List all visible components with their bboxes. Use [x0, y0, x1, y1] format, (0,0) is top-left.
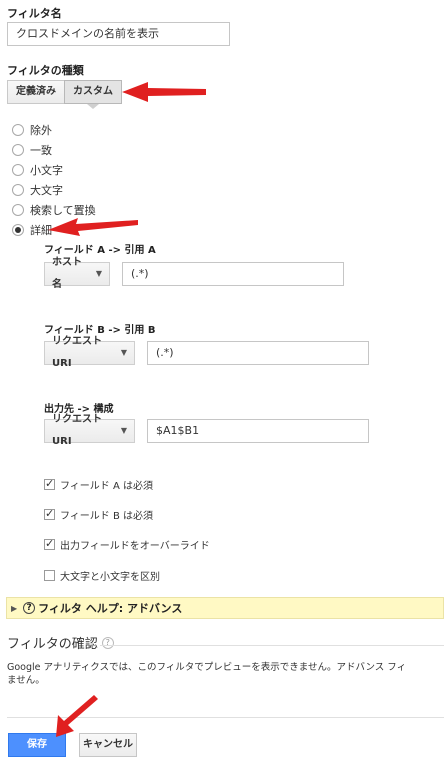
caret-down-icon: ▼	[120, 426, 127, 435]
checkbox-checked-icon[interactable]	[44, 507, 55, 520]
red-arrow-icon	[48, 218, 138, 236]
help-question-icon: ?	[23, 602, 36, 614]
radio-label: 除外	[30, 124, 52, 137]
radio-advanced[interactable]: 詳細	[12, 222, 52, 238]
expand-triangle-icon[interactable]: ▶	[11, 604, 17, 613]
red-arrow-icon	[56, 695, 98, 737]
check-label: フィールド A は必須	[60, 480, 153, 492]
radio-include[interactable]: 一致	[12, 142, 52, 158]
checkbox-checked-icon[interactable]	[44, 537, 55, 550]
help-label: フィルタ ヘルプ: アドバンス	[38, 602, 183, 615]
radio-exclude[interactable]: 除外	[12, 122, 52, 138]
output-select[interactable]: リクエスト URI ▼	[44, 414, 135, 447]
filter-name-label: フィルタ名	[7, 7, 62, 20]
field-a-select[interactable]: ホスト名 ▼	[44, 257, 110, 290]
divider	[100, 645, 444, 646]
field-a-input[interactable]: (.*)	[122, 262, 344, 286]
verify-message-line1: Google アナリティクスでは、このフィルタでプレビューを表示できません。アド…	[7, 662, 407, 673]
filter-name-input[interactable]: クロスドメインの名前を表示	[7, 22, 230, 46]
tab-indicator-icon	[87, 104, 99, 109]
radio-label: 一致	[30, 144, 52, 157]
filter-type-label: フィルタの種類	[7, 64, 84, 77]
check-override-output[interactable]: 出力フィールドをオーバーライド	[44, 537, 210, 552]
check-label: フィールド B は必須	[60, 510, 154, 522]
radio-circle-icon[interactable]	[12, 184, 24, 196]
output-select-value: リクエスト URI	[52, 414, 102, 447]
red-arrow-icon	[122, 82, 206, 102]
caret-down-icon: ▼	[120, 348, 127, 357]
tab-custom[interactable]: カスタム	[64, 80, 122, 104]
field-b-input[interactable]: (.*)	[147, 341, 369, 365]
radio-circle-icon[interactable]	[12, 124, 24, 136]
field-b-select-value: リクエスト URI	[52, 336, 102, 369]
field-a-select-value: ホスト名	[52, 257, 82, 290]
output-input[interactable]: $A1$B1	[147, 419, 369, 443]
check-label: 出力フィールドをオーバーライド	[60, 540, 210, 552]
field-b-select[interactable]: リクエスト URI ▼	[44, 336, 135, 369]
radio-lowercase[interactable]: 小文字	[12, 162, 63, 178]
checkbox-checked-icon[interactable]	[44, 477, 55, 490]
verify-help-icon[interactable]: ?	[101, 636, 114, 649]
radio-label: 小文字	[30, 164, 63, 177]
tab-predefined[interactable]: 定義済み	[7, 80, 65, 104]
radio-circle-icon[interactable]	[12, 144, 24, 156]
radio-label: 大文字	[30, 184, 63, 197]
check-field-a-required[interactable]: フィールド A は必須	[44, 477, 153, 492]
check-label: 大文字と小文字を区別	[60, 571, 160, 583]
radio-circle-checked-icon[interactable]	[12, 224, 24, 236]
radio-circle-icon[interactable]	[12, 204, 24, 216]
verify-message-line2: ません。	[7, 675, 45, 686]
checkbox-icon[interactable]	[44, 569, 55, 581]
radio-uppercase[interactable]: 大文字	[12, 182, 63, 198]
caret-down-icon: ▼	[95, 269, 102, 278]
check-case-sensitive[interactable]: 大文字と小文字を区別	[44, 568, 160, 583]
radio-circle-icon[interactable]	[12, 164, 24, 176]
help-bar[interactable]: ▶ ? フィルタ ヘルプ: アドバンス	[6, 597, 444, 619]
check-field-b-required[interactable]: フィールド B は必須	[44, 507, 154, 522]
verify-title: フィルタの確認 ?	[7, 633, 114, 652]
verify-title-text: フィルタの確認	[7, 637, 98, 652]
